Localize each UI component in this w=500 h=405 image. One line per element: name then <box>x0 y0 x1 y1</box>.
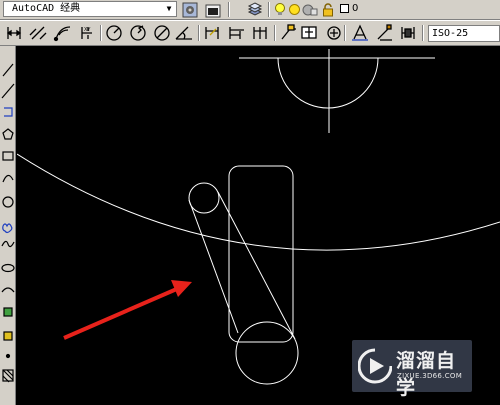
toolbar-separator <box>268 2 270 17</box>
sun-icon[interactable] <box>287 1 301 18</box>
slot-rectangle <box>228 165 294 343</box>
color-swatch-icon <box>340 4 349 13</box>
tolerance-icon[interactable] <box>301 26 317 39</box>
jogged-icon[interactable] <box>130 25 146 41</box>
circle-icon[interactable] <box>2 196 14 208</box>
workspace-dropdown[interactable]: AutoCAD 经典 ▼ <box>3 1 177 17</box>
dim-text-edit-icon[interactable] <box>377 24 392 41</box>
dimension-toolbar: XY ISO-25 <box>0 20 500 46</box>
dimension-style-dropdown[interactable]: ISO-25 <box>428 25 500 42</box>
play-logo-icon <box>358 348 392 384</box>
line-icon[interactable] <box>2 63 14 77</box>
dimension-style-value: ISO-25 <box>432 28 469 39</box>
polyline-icon[interactable] <box>4 107 13 117</box>
ordinate-icon[interactable]: XY <box>81 27 92 39</box>
layer-freeze-icon[interactable] <box>302 1 318 18</box>
small-circle <box>188 182 220 214</box>
linear-dim-icon[interactable] <box>6 27 22 39</box>
angular-icon[interactable] <box>175 26 192 40</box>
construction-line-icon[interactable] <box>1 83 15 99</box>
baseline-icon[interactable] <box>229 27 244 39</box>
watermark-url: ZIXUE.3D66.COM <box>397 372 463 380</box>
watermark: 溜溜自学 ZIXUE.3D66.COM <box>352 340 472 399</box>
continue-icon[interactable] <box>253 27 267 39</box>
ellipse-icon[interactable] <box>1 263 15 273</box>
large-circle <box>235 321 299 385</box>
tangent-line-left <box>188 199 239 334</box>
center-mark-icon[interactable] <box>327 26 341 40</box>
hatch-icon[interactable] <box>2 369 14 383</box>
workspace-settings-icon[interactable] <box>181 1 199 18</box>
large-arc <box>17 153 500 251</box>
tangent-line-right <box>217 191 296 340</box>
workspace-dropdown-value: AutoCAD 经典 <box>12 3 81 14</box>
radius-icon[interactable] <box>106 25 122 41</box>
polygon-icon[interactable] <box>2 128 14 140</box>
my-workspace-icon[interactable] <box>204 1 222 18</box>
make-block-icon[interactable] <box>3 331 13 341</box>
quick-leader-icon[interactable] <box>281 24 296 40</box>
point-icon[interactable] <box>5 353 11 359</box>
workspaces-toolbar: AutoCAD 经典 ▼ 0 <box>0 0 500 20</box>
arc-icon[interactable] <box>2 174 14 183</box>
red-arrow-annotation <box>63 280 192 340</box>
aligned-dim-icon[interactable] <box>29 26 47 40</box>
layer-manager-icon[interactable] <box>246 1 264 18</box>
chevron-down-icon[interactable]: ▼ <box>163 3 175 15</box>
lightbulb-icon[interactable] <box>273 1 287 18</box>
padlock-icon[interactable] <box>321 1 335 18</box>
dim-edit-icon[interactable] <box>352 24 368 41</box>
draw-toolbar <box>0 46 16 405</box>
layer-name[interactable]: 0 <box>352 2 358 16</box>
svg-text:XY: XY <box>84 27 91 33</box>
toolbar-separator <box>228 2 230 17</box>
ellipse-arc-icon[interactable] <box>1 287 15 293</box>
arc-length-icon[interactable] <box>53 26 71 42</box>
insert-block-icon[interactable] <box>3 307 13 317</box>
draw-tool-icons <box>1 63 15 383</box>
spline-icon[interactable] <box>1 240 15 248</box>
revision-cloud-icon[interactable] <box>2 223 13 234</box>
quick-dim-icon[interactable] <box>205 27 219 39</box>
rectangle-icon[interactable] <box>2 151 14 161</box>
diameter-icon[interactable] <box>154 25 170 41</box>
dim-update-icon[interactable] <box>401 27 415 39</box>
dimension-tool-icons: XY <box>6 24 424 42</box>
top-circle-arc <box>277 57 379 109</box>
